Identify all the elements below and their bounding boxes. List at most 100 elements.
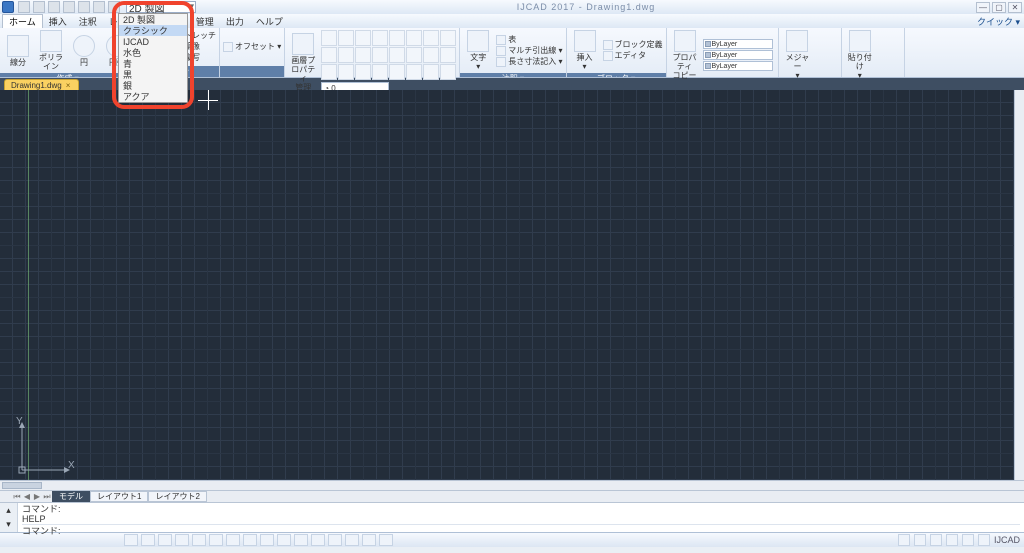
status-icon[interactable] (978, 534, 990, 546)
property-combo[interactable]: ByLayer (703, 61, 773, 71)
layer-tool-button[interactable] (321, 47, 337, 63)
layer-tool-button[interactable] (389, 64, 405, 80)
ribbon-button[interactable]: 文字▾ (463, 30, 493, 71)
qat-button[interactable] (93, 1, 105, 13)
layout-tab[interactable]: レイアウト1 (90, 491, 148, 502)
ribbon-tab[interactable]: 注釈 (73, 14, 103, 28)
layer-tool-button[interactable] (423, 47, 439, 63)
ribbon-panel-title[interactable]: 注釈 ▾ (460, 73, 565, 77)
ribbon-panel-title[interactable] (220, 66, 284, 77)
status-toggle[interactable] (260, 534, 274, 546)
ribbon-button[interactable]: プロパティコピー (670, 30, 700, 80)
command-window[interactable]: ▴ ▾ コマンド: HELP コマンド: (0, 502, 1024, 532)
layer-tool-button[interactable] (423, 30, 439, 46)
status-toggle[interactable] (311, 534, 325, 546)
ribbon-small-button[interactable]: 表 (496, 35, 562, 45)
qat-button[interactable] (63, 1, 75, 13)
layer-tool-button[interactable] (440, 47, 456, 63)
layer-tool-button[interactable] (338, 47, 354, 63)
layout-nav-last[interactable]: ⏭ (42, 492, 52, 502)
ribbon-tab[interactable]: ホーム (2, 14, 43, 28)
layer-tool-button[interactable] (355, 30, 371, 46)
layer-tool-button[interactable] (372, 47, 388, 63)
status-toggle[interactable] (277, 534, 291, 546)
layer-tool-button[interactable] (440, 64, 456, 80)
status-toggle[interactable] (124, 534, 138, 546)
layer-tool-button[interactable] (440, 30, 456, 46)
status-toggle[interactable] (328, 534, 342, 546)
workspace-combo[interactable]: 2D 製図 (126, 1, 196, 13)
app-icon[interactable] (2, 1, 14, 13)
status-toggle[interactable] (209, 534, 223, 546)
chevron-up-icon[interactable]: ▴ (6, 505, 11, 516)
drawing-area[interactable]: Y X (0, 90, 1024, 490)
document-tab[interactable]: Drawing1.dwg × (4, 79, 79, 90)
ribbon-small-button[interactable]: マルチ引出線 ▾ (496, 46, 562, 56)
ribbon-small-button[interactable]: エディタ (603, 51, 663, 61)
chevron-down-icon[interactable]: ▾ (6, 519, 11, 530)
status-toggle[interactable] (362, 534, 376, 546)
layer-tool-button[interactable] (423, 64, 439, 80)
ribbon-small-button[interactable]: ブロック定義 (603, 40, 663, 50)
status-icon[interactable] (898, 534, 910, 546)
status-icon[interactable] (914, 534, 926, 546)
ribbon-button[interactable]: 円 (69, 35, 99, 67)
workspace-option[interactable]: クラシック (119, 25, 187, 36)
ribbon-tab[interactable]: 挿入 (43, 14, 73, 28)
status-toggle[interactable] (243, 534, 257, 546)
layout-tab[interactable]: モデル (52, 491, 90, 502)
property-combo[interactable]: ByLayer (703, 50, 773, 60)
ribbon-button[interactable]: 貼り付け▾ (845, 30, 875, 80)
status-toggle[interactable] (294, 534, 308, 546)
status-toggle[interactable] (158, 534, 172, 546)
status-toggle[interactable] (192, 534, 206, 546)
ribbon-tab[interactable]: 出力 (220, 14, 250, 28)
qat-button[interactable] (18, 1, 30, 13)
ribbon-button[interactable]: メジャー▾ (782, 30, 812, 80)
ribbon-panel-title[interactable]: 作成 ▾ (0, 73, 135, 77)
property-combo[interactable]: ByLayer (703, 39, 773, 49)
close-icon[interactable]: × (66, 81, 71, 90)
status-icon[interactable] (946, 534, 958, 546)
layer-tool-button[interactable] (406, 30, 422, 46)
qat-button[interactable] (48, 1, 60, 13)
status-toggle[interactable] (379, 534, 393, 546)
quick-access-menu[interactable]: クイック ▾ (977, 15, 1020, 28)
layer-tool-button[interactable] (389, 47, 405, 63)
ribbon-panel-title[interactable]: ブロック ▾ (567, 73, 666, 77)
layer-tool-button[interactable] (338, 64, 354, 80)
ribbon-button[interactable]: 画層プロパティ管理 (288, 33, 318, 92)
layer-tool-button[interactable] (355, 47, 371, 63)
scrollbar-vertical[interactable] (1014, 90, 1024, 480)
ribbon-button[interactable]: ポリライン (36, 30, 66, 71)
layer-tool-button[interactable] (372, 64, 388, 80)
layer-tool-button[interactable] (321, 30, 337, 46)
scrollbar-horizontal[interactable] (0, 480, 1024, 490)
layer-tool-button[interactable] (406, 64, 422, 80)
status-icon[interactable] (930, 534, 942, 546)
ribbon-tab[interactable]: 管理 (190, 14, 220, 28)
layout-tab[interactable]: レイアウト2 (148, 491, 206, 502)
status-toggle[interactable] (175, 534, 189, 546)
layout-nav-next[interactable]: ▶ (32, 492, 42, 501)
workspace-dropdown[interactable]: 2D 製図クラシックIJCAD水色青黒銀アクア (118, 13, 188, 103)
status-toggle[interactable] (141, 534, 155, 546)
workspace-option[interactable]: アクア (119, 91, 187, 102)
qat-button[interactable] (33, 1, 45, 13)
status-toggle[interactable] (226, 534, 240, 546)
qat-button[interactable] (78, 1, 90, 13)
maximize-button[interactable]: ▢ (992, 2, 1006, 13)
layer-tool-button[interactable] (338, 30, 354, 46)
layer-tool-button[interactable] (406, 47, 422, 63)
layer-tool-button[interactable] (355, 64, 371, 80)
ribbon-tab[interactable]: ヘルプ (250, 14, 289, 28)
ribbon-small-button[interactable]: 長さ寸法記入 ▾ (496, 57, 562, 67)
layer-tool-button[interactable] (321, 64, 337, 80)
status-icon[interactable] (962, 534, 974, 546)
close-button[interactable]: ✕ (1008, 2, 1022, 13)
ribbon-button[interactable]: 挿入▾ (570, 30, 600, 71)
layout-nav-prev[interactable]: ◀ (22, 492, 32, 501)
qat-button[interactable] (108, 1, 120, 13)
layout-nav-first[interactable]: ⏮ (12, 492, 22, 502)
ribbon-small-button[interactable]: オフセット ▾ (223, 42, 281, 52)
